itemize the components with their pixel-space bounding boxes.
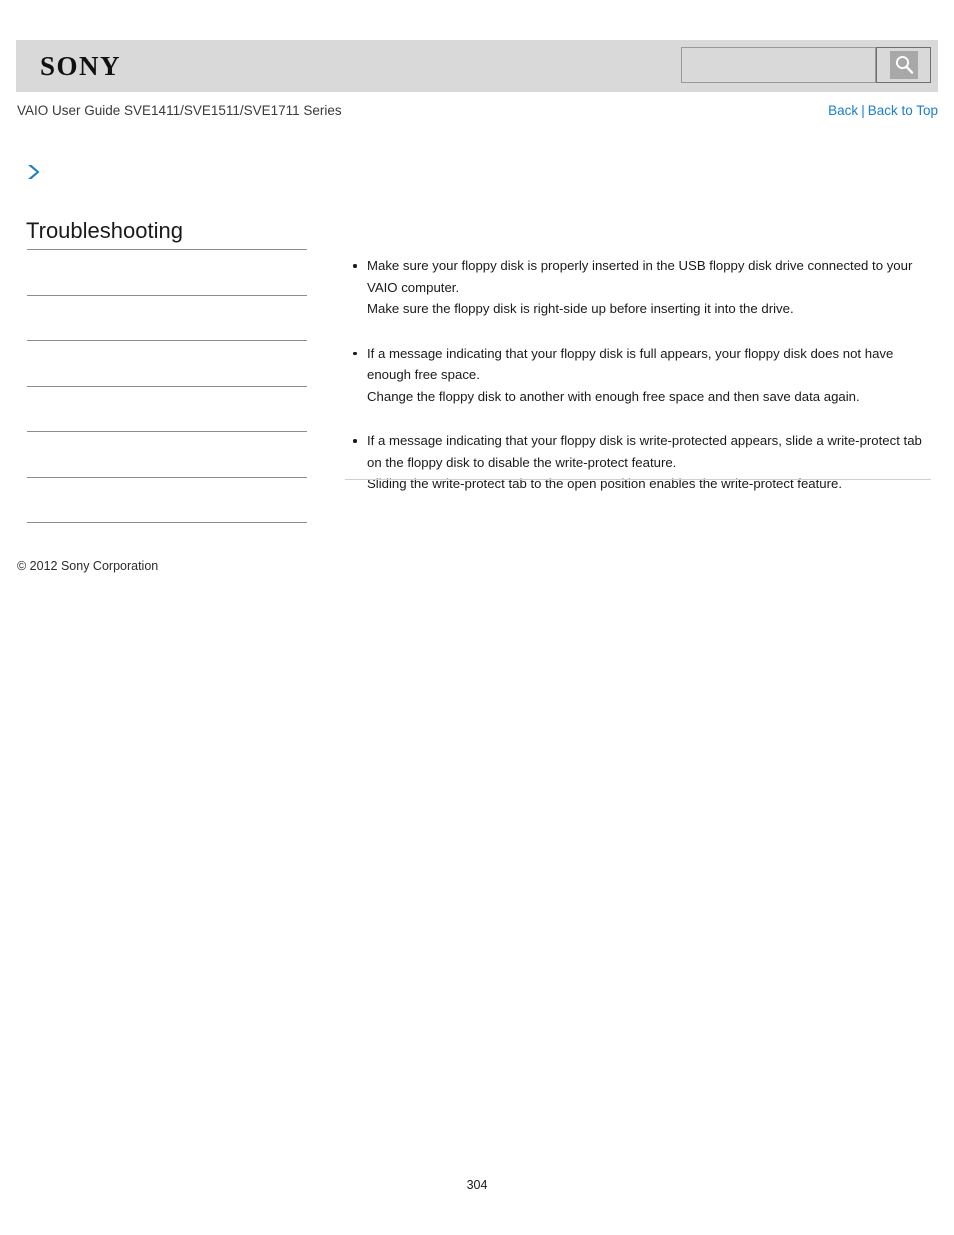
sony-logo: SONY	[40, 51, 122, 81]
header-nav-links: Back | Back to Top	[828, 103, 938, 118]
sidebar-item-2[interactable]	[27, 340, 307, 386]
copyright-text: © 2012 Sony Corporation	[17, 559, 159, 573]
sidebar-item-6[interactable]	[27, 522, 307, 529]
sidebar-item-0[interactable]	[27, 249, 307, 295]
bullet-icon	[353, 439, 357, 443]
tip-line: Make sure your floppy disk is properly i…	[367, 258, 913, 295]
tip-line: Make sure the floppy disk is right-side …	[367, 301, 794, 316]
list-item: Make sure your floppy disk is properly i…	[345, 255, 931, 320]
main-content: Make sure your floppy disk is properly i…	[345, 255, 931, 495]
back-link[interactable]: Back	[828, 103, 858, 118]
chevron-right-icon[interactable]	[24, 162, 44, 182]
tip-line: If a message indicating that your floppy…	[367, 433, 922, 470]
troubleshooting-tips-list: Make sure your floppy disk is properly i…	[345, 255, 931, 495]
back-to-top-link[interactable]: Back to Top	[868, 103, 938, 118]
search-button[interactable]	[876, 47, 931, 83]
tip-line: If a message indicating that your floppy…	[367, 345, 894, 383]
search-group	[681, 47, 931, 85]
tip-line: Change the floppy disk to another with e…	[367, 388, 860, 404]
sidebar-item-4[interactable]	[27, 431, 307, 477]
tip-line: Sliding the write-protect tab to the ope…	[367, 476, 843, 491]
header-bar: SONY	[16, 40, 938, 92]
content-divider	[345, 479, 931, 480]
sidebar-item-1[interactable]	[27, 294, 307, 341]
list-item: If a message indicating that your floppy…	[345, 343, 931, 408]
sidebar-item-3[interactable]	[27, 385, 307, 432]
bullet-icon	[353, 351, 357, 355]
guide-title: VAIO User Guide SVE1411/SVE1511/SVE1711 …	[17, 103, 342, 118]
page-number: 304	[466, 1178, 488, 1192]
bullet-icon	[353, 264, 357, 268]
page-title: Troubleshooting	[26, 218, 183, 243]
sidebar-nav-list	[27, 249, 307, 529]
nav-separator: |	[861, 103, 865, 118]
sidebar-item-5[interactable]	[27, 476, 307, 523]
page-root: SONY VAIO User Guide SVE1411/SVE1511/SVE…	[0, 0, 954, 1235]
search-input[interactable]	[681, 47, 876, 83]
search-icon	[889, 51, 918, 79]
list-item: If a message indicating that your floppy…	[345, 430, 931, 495]
